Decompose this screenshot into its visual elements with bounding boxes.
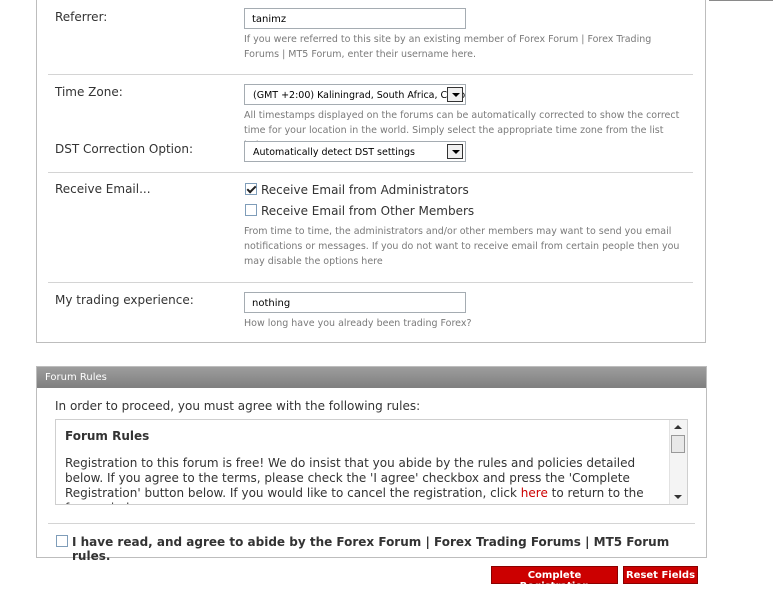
complete-registration-button[interactable]: Complete Registration	[491, 566, 618, 592]
chevron-down-icon[interactable]	[447, 87, 463, 102]
scrollbar-thumb[interactable]	[671, 435, 685, 453]
scroll-down-icon[interactable]	[674, 495, 682, 499]
forum-rules-title: Forum Rules	[65, 429, 150, 443]
divider	[48, 172, 693, 173]
agree-checkbox[interactable]	[56, 535, 68, 547]
trading-experience-input[interactable]: nothing	[244, 292, 466, 313]
time-zone-select[interactable]: (GMT +2:00) Kaliningrad, South Africa, C…	[244, 84, 466, 105]
registration-form: Referrer: tanimz If you were referred to…	[36, 0, 706, 343]
reset-fields-button[interactable]: Reset Fields	[623, 566, 698, 584]
members-email-label[interactable]: Receive Email from Other Members	[261, 204, 474, 218]
chevron-down-icon[interactable]	[447, 144, 463, 159]
forum-rules-header: Forum Rules	[37, 367, 706, 388]
rules-scrollbar[interactable]	[669, 420, 687, 504]
dst-selected: Automatically detect DST settings	[253, 147, 415, 158]
referrer-description: If you were referred to this site by an …	[244, 34, 652, 60]
admin-email-label[interactable]: Receive Email from Administrators	[261, 183, 469, 197]
forum-index-link[interactable]: here	[521, 486, 548, 500]
dst-label: DST Correction Option:	[55, 142, 193, 156]
time-zone-label: Time Zone:	[55, 85, 123, 99]
forum-rules-scrollbox[interactable]: Forum Rules Registration to this forum i…	[55, 419, 688, 505]
top-divider	[709, 0, 773, 1]
divider	[48, 282, 693, 283]
divider	[48, 523, 695, 524]
forum-rules-panel: Forum Rules In order to proceed, you mus…	[36, 366, 707, 563]
divider	[48, 74, 693, 75]
agree-label[interactable]: I have read, and agree to abide by the F…	[72, 535, 706, 563]
scroll-up-icon[interactable]	[674, 425, 682, 429]
referrer-label: Referrer:	[55, 10, 108, 24]
referrer-input[interactable]: tanimz	[244, 8, 466, 29]
admin-email-checkbox[interactable]	[245, 183, 257, 195]
receive-email-label: Receive Email...	[55, 182, 151, 196]
receive-email-description: From time to time, the administrators an…	[244, 226, 680, 267]
members-email-checkbox[interactable]	[245, 204, 257, 216]
trading-experience-label: My trading experience:	[55, 293, 194, 307]
trading-experience-description: How long have you already been trading F…	[244, 318, 472, 329]
dst-select[interactable]: Automatically detect DST settings	[244, 141, 466, 162]
time-zone-selected: (GMT +2:00) Kaliningrad, South Africa, C…	[253, 90, 466, 101]
forum-rules-text: Registration to this forum is free! We d…	[65, 456, 667, 504]
forum-rules-intro: In order to proceed, you must agree with…	[55, 399, 421, 413]
